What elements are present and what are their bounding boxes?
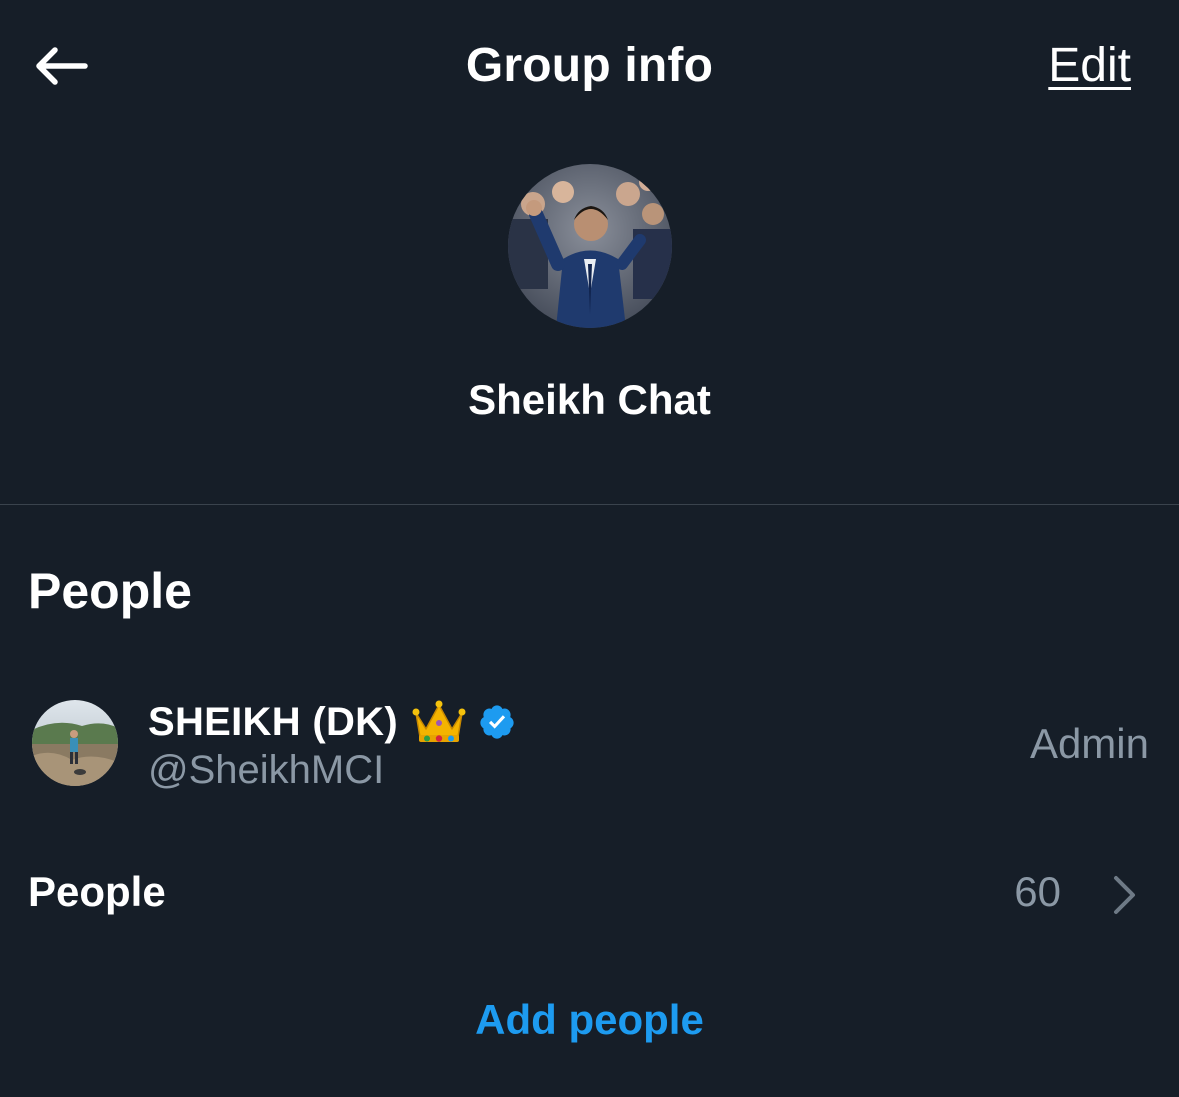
group-name: Sheikh Chat (468, 376, 711, 423)
member-display-name: SHEIKH (DK) (148, 699, 398, 744)
section-title-people: People (28, 563, 192, 619)
people-count: 60 (1014, 868, 1061, 915)
avatar (32, 700, 118, 786)
people-row-label: People (28, 868, 166, 915)
chevron-right-icon (1114, 876, 1135, 914)
group-avatar-photo (508, 164, 672, 328)
member-role-badge: Admin (1029, 720, 1149, 767)
people-list-row[interactable]: People 60 (0, 856, 1179, 932)
member-row[interactable]: SHEIKH (DK) @SheikhMCI Admin (0, 690, 1179, 800)
verified-badge-icon (480, 705, 514, 739)
top-bar: Group info Edit (0, 0, 1179, 134)
member-handle: @SheikhMCI (148, 748, 385, 792)
group-avatar[interactable] (508, 164, 672, 328)
member-avatar-photo (32, 700, 118, 786)
crown-icon (412, 700, 466, 742)
member-name-line: SHEIKH (DK) (148, 696, 516, 748)
edit-button[interactable]: Edit (1048, 38, 1131, 93)
page-title: Group info (465, 39, 714, 92)
add-people-button[interactable]: Add people (0, 996, 1179, 1044)
divider (0, 504, 1179, 505)
